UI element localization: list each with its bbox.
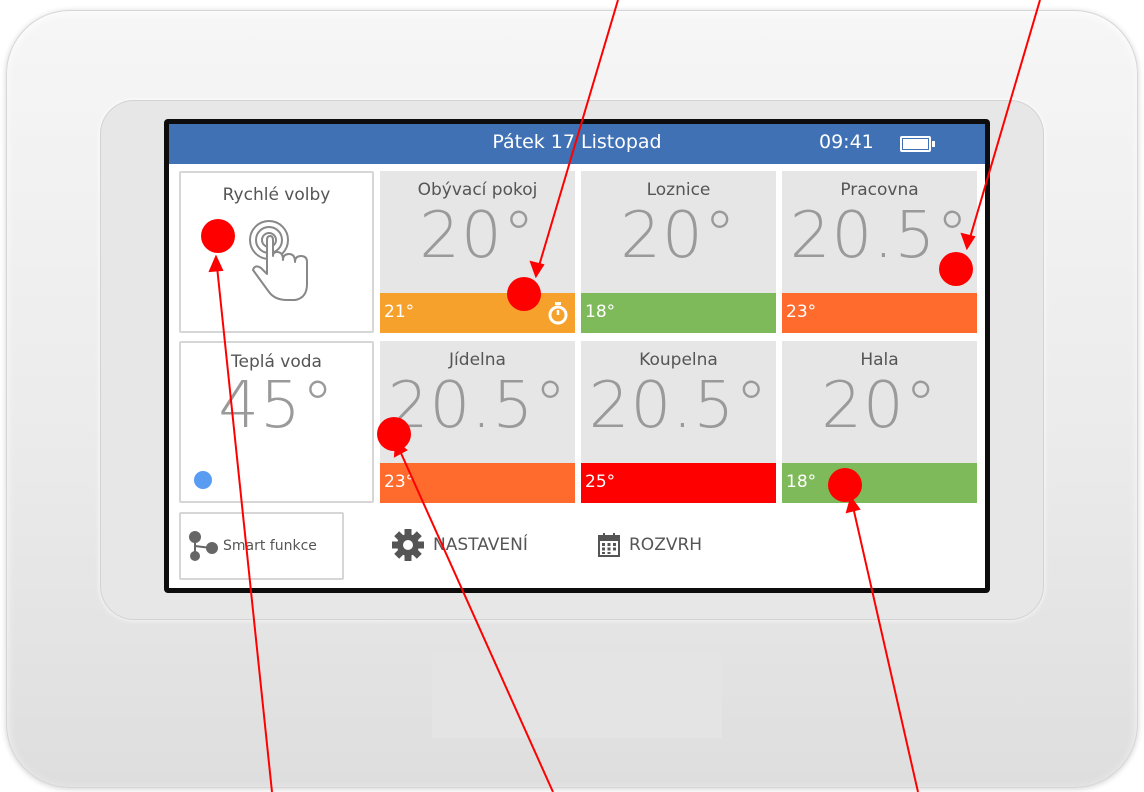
annotation-arrow-line xyxy=(966,0,1041,249)
annotation-arrowhead xyxy=(960,232,976,251)
annotation-marker xyxy=(377,417,411,451)
annotation-marker xyxy=(939,252,973,286)
annotation-arrowhead xyxy=(529,260,545,279)
annotation-marker xyxy=(507,277,541,311)
annotation-marker xyxy=(201,219,235,253)
annotation-arrow-line xyxy=(395,441,554,792)
annotation-arrow-line xyxy=(215,256,273,792)
annotation-arrowhead xyxy=(208,254,224,273)
annotation-arrow-line xyxy=(850,497,919,792)
annotation-marker xyxy=(828,468,862,502)
annotation-overlay xyxy=(201,0,1041,792)
annotation-arrow-line xyxy=(535,0,619,277)
